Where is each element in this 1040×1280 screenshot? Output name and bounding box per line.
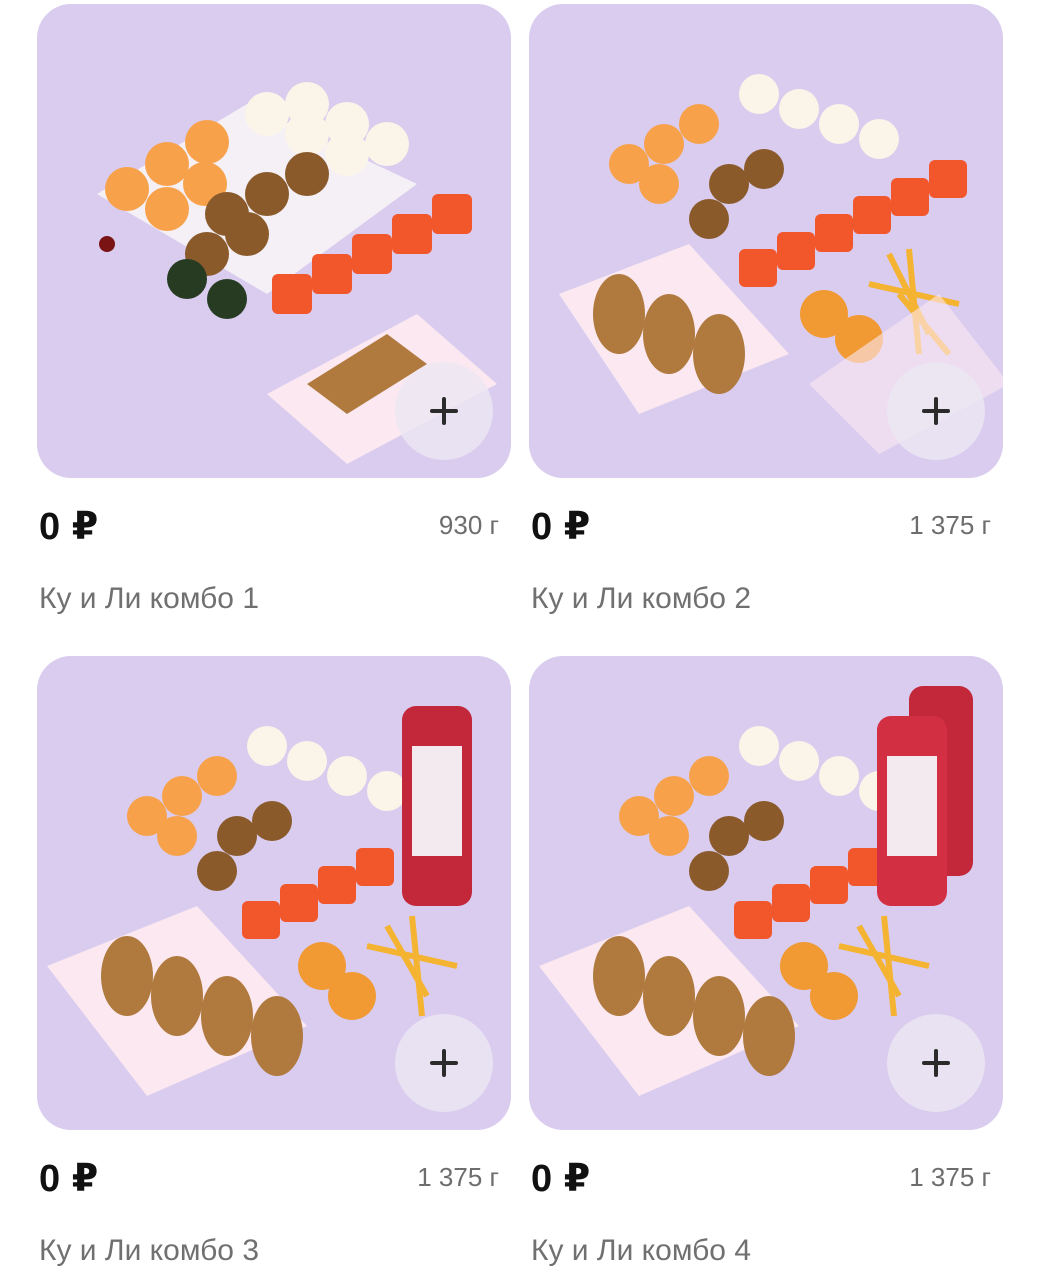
add-to-cart-button[interactable] (887, 1014, 985, 1112)
product-image[interactable] (37, 4, 511, 478)
product-image[interactable] (529, 656, 1003, 1130)
product-image[interactable] (37, 656, 511, 1130)
product-name[interactable]: Ку и Ли комбо 1 (39, 582, 259, 616)
add-to-cart-button[interactable] (395, 362, 493, 460)
product-name[interactable]: Ку и Ли комбо 4 (531, 1234, 751, 1268)
add-to-cart-button[interactable] (887, 362, 985, 460)
add-to-cart-button[interactable] (395, 1014, 493, 1112)
product-price: 0 ₽ (39, 1158, 99, 1200)
product-weight: 1 375 г (909, 510, 991, 540)
product-card[interactable]: 0 ₽ 1 375 г Ку и Ли комбо 4 (529, 656, 1003, 1276)
product-price: 0 ₽ (39, 506, 99, 548)
product-image[interactable] (529, 4, 1003, 478)
product-weight: 1 375 г (417, 1162, 499, 1192)
product-card[interactable]: 0 ₽ 1 375 г Ку и Ли комбо 3 (37, 656, 511, 1276)
product-name[interactable]: Ку и Ли комбо 3 (39, 1234, 259, 1268)
product-weight: 930 г (438, 510, 499, 540)
product-weight: 1 375 г (909, 1162, 991, 1192)
product-card[interactable]: 0 ₽ 1 375 г Ку и Ли комбо 2 (529, 4, 1003, 624)
product-price: 0 ₽ (531, 506, 591, 548)
product-name[interactable]: Ку и Ли комбо 2 (531, 582, 751, 616)
product-price: 0 ₽ (531, 1158, 591, 1200)
product-grid: 0 ₽ 930 г Ку и Ли комбо 1 0 ₽ 1 375 г Ку… (0, 0, 1040, 1280)
product-card[interactable]: 0 ₽ 930 г Ку и Ли комбо 1 (37, 4, 511, 624)
